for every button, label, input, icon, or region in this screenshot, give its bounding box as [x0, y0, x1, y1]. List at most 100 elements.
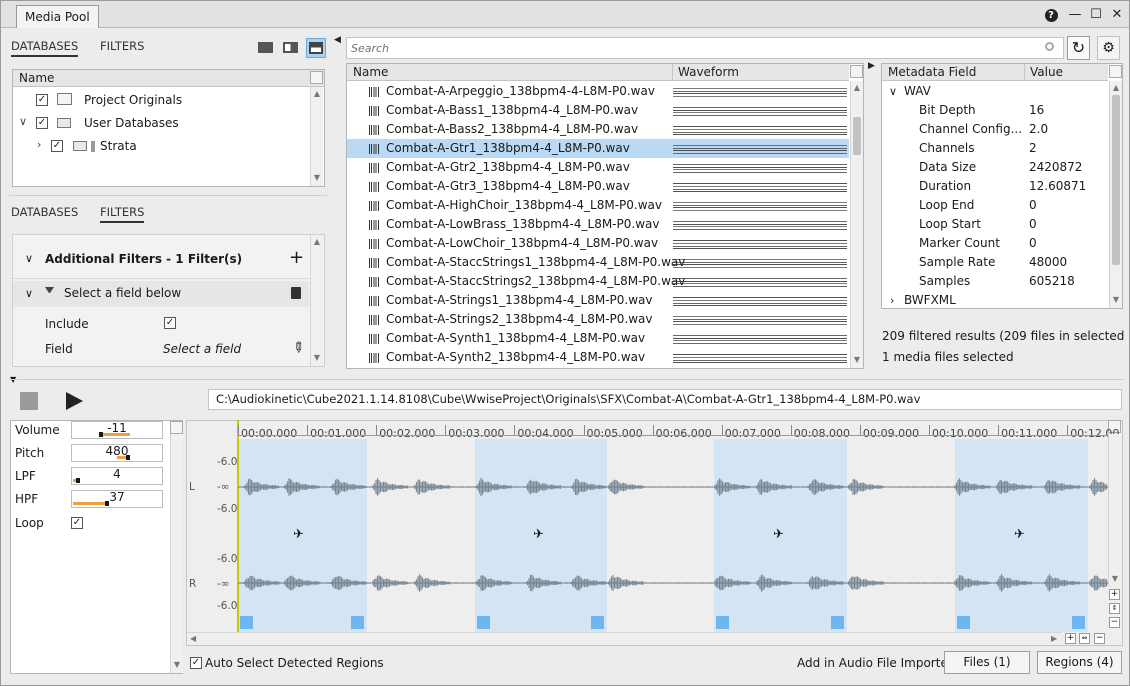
column-value[interactable]: Value [1024, 64, 1063, 80]
field-value[interactable]: Select a field [163, 342, 241, 356]
scroll-down-icon[interactable]: ▼ [311, 353, 323, 363]
layout-single-icon[interactable] [258, 42, 273, 53]
file-row[interactable]: Combat-A-LowChoir_138bpm4-4_L8M-P0.wav [347, 234, 849, 253]
collapse-left-icon[interactable]: ◀ [334, 35, 341, 45]
region-start-marker[interactable] [716, 616, 729, 629]
layout-split-vertical-button[interactable] [306, 38, 326, 58]
column-waveform[interactable]: Waveform [672, 64, 739, 80]
play-button[interactable] [66, 392, 83, 410]
scroll-down-icon[interactable]: ▼ [1109, 574, 1121, 584]
maximize-icon[interactable]: ☐ [1088, 7, 1104, 23]
scroll-up-icon[interactable]: ▲ [1110, 83, 1122, 93]
slider-knob[interactable] [75, 478, 80, 483]
scroll-down-icon[interactable]: ▼ [851, 355, 863, 365]
metadata-row[interactable]: Bit Depth 16 [882, 101, 1107, 120]
tab-databases-bottom[interactable]: DATABASES [11, 205, 78, 219]
column-metadata-field[interactable]: Metadata Field [888, 64, 976, 80]
scroll-left-icon[interactable]: ◀ [190, 634, 196, 643]
slider-knob[interactable] [99, 432, 103, 437]
pencil-icon[interactable]: ✎ [288, 338, 308, 358]
chevron-right-icon[interactable]: › [890, 291, 894, 310]
properties-scrollbar[interactable]: ▼ [170, 434, 183, 673]
metadata-row[interactable]: Channel Config... 2.0 [882, 120, 1107, 139]
region-end-marker[interactable] [591, 616, 604, 629]
loop-checkbox[interactable]: ✓ [71, 517, 83, 529]
search-box[interactable] [346, 37, 1064, 59]
scroll-down-icon[interactable]: ▼ [311, 173, 323, 183]
scroll-right-icon[interactable]: ▶ [1051, 634, 1057, 643]
metadata-row[interactable]: Channels 2 [882, 139, 1107, 158]
include-checkbox[interactable]: ✓ [164, 317, 176, 329]
tree-scrollbar[interactable]: ▲ ▼ [310, 87, 323, 186]
metadata-row[interactable]: Marker Count 0 [882, 234, 1107, 253]
divider[interactable] [9, 379, 1123, 380]
minimize-icon[interactable]: — [1067, 7, 1083, 23]
file-row[interactable]: Combat-A-Gtr3_138bpm4-4_L8M-P0.wav [347, 177, 849, 196]
chevron-down-icon[interactable]: ∨ [25, 252, 33, 265]
tab-media-pool[interactable]: Media Pool [16, 5, 99, 28]
metadata-scrollbar[interactable]: ▲ ▼ [1109, 81, 1122, 308]
zoom-out-horizontal-icon[interactable]: − [1094, 633, 1105, 644]
region-end-marker[interactable] [351, 616, 364, 629]
divider[interactable] [9, 195, 327, 196]
settings-button[interactable]: ⚙ [1097, 36, 1120, 60]
file-row[interactable]: Combat-A-Synth2_138bpm4-4_L8M-P0.wav [347, 348, 849, 367]
file-row[interactable]: Combat-A-StaccStrings1_138bpm4-4_L8M-P0.… [347, 253, 849, 272]
scroll-thumb[interactable] [853, 117, 861, 155]
metadata-row[interactable]: Sample Rate 48000 [882, 253, 1107, 272]
file-path-field[interactable]: C:\Audiokinetic\Cube2021.1.14.8108\Cube\… [208, 389, 1122, 410]
checkbox[interactable]: ✓ [36, 117, 48, 129]
tree-item-strata[interactable]: › ✓ Strata [13, 136, 303, 155]
column-name[interactable]: Name [353, 64, 388, 80]
waveform-vscroll[interactable]: ▼ [1108, 434, 1121, 586]
slider-knob[interactable] [105, 501, 110, 506]
zoom-in-horizontal-icon[interactable]: + [1065, 633, 1076, 644]
search-icon[interactable] [850, 65, 863, 78]
tree-item-project-originals[interactable]: ✓ Project Originals [13, 90, 303, 109]
file-row[interactable]: Combat-A-Bass1_138bpm4-4_L8M-P0.wav [347, 101, 849, 120]
file-row[interactable]: Combat-A-LowBrass_138bpm4-4_L8M-P0.wav [347, 215, 849, 234]
zoom-fit-horizontal-icon[interactable]: ⇔ [1079, 633, 1090, 644]
tab-filters-bottom[interactable]: FILTERS [100, 205, 145, 223]
zoom-fit-vertical-icon[interactable]: ⇕ [1109, 603, 1120, 614]
scroll-up-icon[interactable]: ▲ [311, 89, 323, 99]
property-slider[interactable]: -11 [71, 421, 163, 439]
layout-split-horizontal-icon[interactable] [283, 42, 298, 53]
metadata-row[interactable]: Data Size 2420872 [882, 158, 1107, 177]
chevron-down-icon[interactable]: ∨ [25, 287, 33, 300]
filter-row[interactable]: ∨ Select a field below [13, 281, 309, 307]
region-end-marker[interactable] [831, 616, 844, 629]
group-wav[interactable]: ∨ WAV [882, 82, 1107, 101]
file-row[interactable]: Combat-A-HighChoir_138bpm4-4_L8M-P0.wav [347, 196, 849, 215]
file-row[interactable]: Combat-A-Gtr1_138bpm4-4_L8M-P0.wav [347, 139, 849, 158]
filters-scrollbar[interactable]: ▲ ▼ [310, 235, 323, 366]
scroll-up-icon[interactable]: ▲ [851, 83, 863, 93]
group-bwfxml[interactable]: › BWFXML [882, 291, 1107, 310]
checkbox[interactable]: ✓ [51, 140, 63, 152]
property-slider[interactable]: 4 [71, 467, 163, 485]
search-icon[interactable] [1109, 65, 1122, 78]
files-button[interactable]: Files (1) [944, 651, 1030, 674]
scroll-thumb[interactable] [1112, 95, 1120, 265]
search-input[interactable] [351, 40, 1031, 56]
metadata-row[interactable]: Loop Start 0 [882, 215, 1107, 234]
close-icon[interactable]: ✕ [1109, 7, 1125, 23]
tab-databases-top[interactable]: DATABASES [11, 39, 79, 57]
file-row[interactable]: Combat-A-Strings1_138bpm4-4_L8M-P0.wav [347, 291, 849, 310]
file-list-scrollbar[interactable]: ▲ ▼ [850, 81, 863, 368]
file-row[interactable]: Combat-A-Arpeggio_138bpm4-4-L8M-P0.wav [347, 82, 849, 101]
stop-button[interactable] [20, 392, 38, 410]
regions-button[interactable]: Regions (4) [1037, 651, 1122, 674]
scroll-up-icon[interactable]: ▲ [311, 237, 323, 247]
region-start-marker[interactable] [240, 616, 253, 629]
metadata-row[interactable]: Samples 605218 [882, 272, 1107, 291]
search-icon[interactable] [310, 71, 323, 84]
add-filter-icon[interactable]: + [289, 247, 304, 268]
property-slider[interactable]: 480 [71, 444, 163, 462]
trash-icon[interactable] [291, 287, 301, 299]
tree-item-user-databases[interactable]: ∨ ✓ User Databases [13, 113, 303, 132]
refresh-button[interactable]: ↻ [1067, 36, 1090, 60]
file-row[interactable]: Combat-A-StaccStrings2_138bpm4-4_L8M-P0.… [347, 272, 849, 291]
metadata-row[interactable]: Duration 12.60871 [882, 177, 1107, 196]
slider-knob[interactable] [126, 455, 130, 460]
